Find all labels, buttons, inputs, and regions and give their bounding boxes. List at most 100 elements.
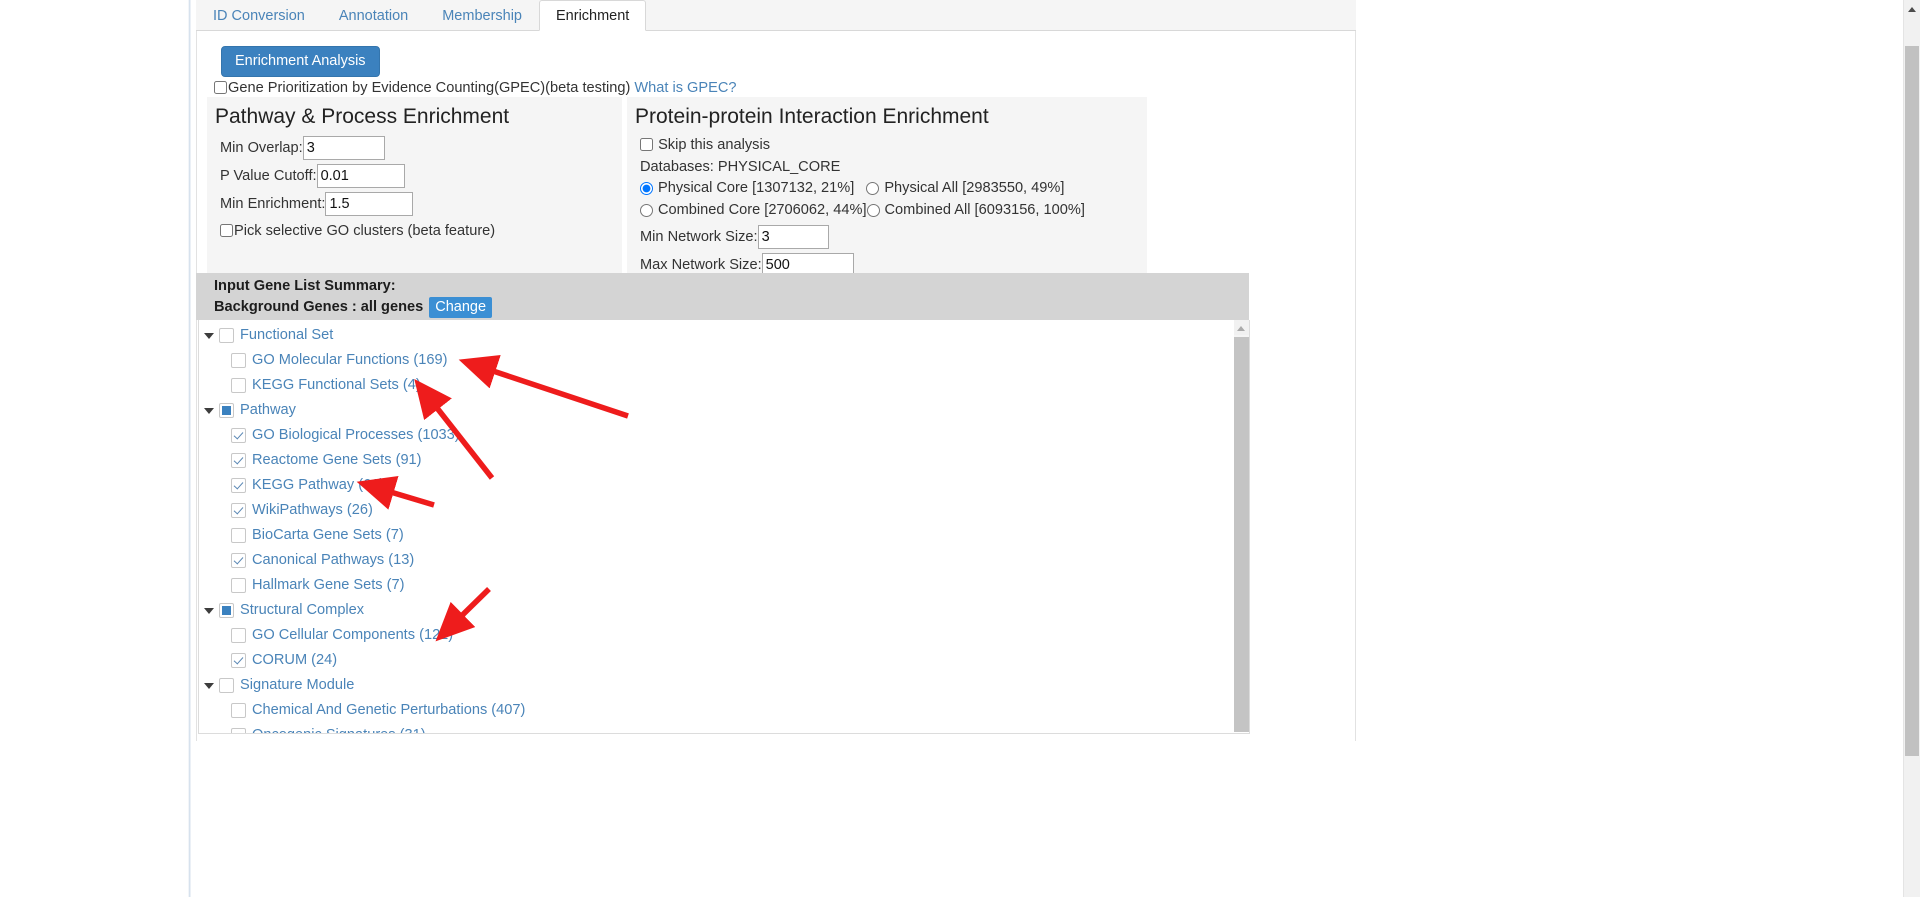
min-overlap-input[interactable] <box>302 136 385 160</box>
tree-node-label[interactable]: BioCarta Gene Sets (7) <box>252 527 404 543</box>
tree-node-label[interactable]: Oncogenic Signatures (31) <box>252 727 426 733</box>
radio-physical-core[interactable] <box>640 182 653 195</box>
tree-node-checkbox[interactable] <box>231 453 246 468</box>
tree-scroll-thumb[interactable] <box>1234 337 1249 732</box>
tree-node[interactable]: GO Molecular Functions (169) <box>199 348 1249 373</box>
radio-physical-all[interactable] <box>866 182 880 195</box>
tree-node-checkbox[interactable] <box>231 353 246 368</box>
tree-node-checkbox[interactable] <box>231 478 246 493</box>
tree-node-label[interactable]: GO Molecular Functions (169) <box>252 352 447 368</box>
min-enrichment-label: Min Enrichment: <box>220 195 326 212</box>
tree-node[interactable]: KEGG Functional Sets (4) <box>199 373 1249 398</box>
radio-combined-core[interactable] <box>640 204 653 217</box>
tab-enrichment[interactable]: Enrichment <box>539 0 647 31</box>
tree-node-checkbox[interactable] <box>231 553 246 568</box>
tree-node-checkbox[interactable] <box>219 328 234 343</box>
tree-twisty-icon[interactable] <box>205 405 216 416</box>
tree-node-label[interactable]: GO Cellular Components (122) <box>252 627 453 643</box>
min-network-size-input[interactable] <box>757 225 829 249</box>
pick-go-clusters-label: Pick selective GO clusters (beta feature… <box>234 223 496 239</box>
tree-node-checkbox[interactable] <box>219 403 234 418</box>
tree-node-label[interactable]: CORUM (24) <box>252 652 337 668</box>
tree-node[interactable]: KEGG Pathway (61) <box>199 473 1249 498</box>
tree-node-label[interactable]: Reactome Gene Sets (91) <box>252 452 422 468</box>
tab-id-conversion[interactable]: ID Conversion <box>196 0 322 31</box>
tree-node[interactable]: BioCarta Gene Sets (7) <box>199 523 1249 548</box>
tree-node-checkbox[interactable] <box>219 603 234 618</box>
tree-node-checkbox[interactable] <box>231 728 246 733</box>
tree-node-label[interactable]: Chemical And Genetic Perturbations (407) <box>252 702 525 718</box>
tree-node-label[interactable]: KEGG Functional Sets (4) <box>252 377 421 393</box>
go-clusters-row: Pick selective GO clusters (beta feature… <box>220 222 622 240</box>
p-value-cutoff-input[interactable] <box>316 164 405 188</box>
page-root: ID Conversion Annotation Membership Enri… <box>0 0 1920 897</box>
tree-node-checkbox[interactable] <box>231 378 246 393</box>
tree-node-checkbox[interactable] <box>231 528 246 543</box>
tree-scrollbar[interactable] <box>1234 320 1249 732</box>
ppi-radio-row-1: Physical Core [1307132, 21%] Physical All… <box>640 178 1147 199</box>
tree-node[interactable]: Hallmark Gene Sets (7) <box>199 573 1249 598</box>
tree-node-label[interactable]: KEGG Pathway (61) <box>252 477 384 493</box>
tree-node[interactable]: Reactome Gene Sets (91) <box>199 448 1249 473</box>
tree-node-label[interactable]: Structural Complex <box>240 602 364 618</box>
tree-node[interactable]: Signature Module <box>199 673 1249 698</box>
tree-node-label[interactable]: Hallmark Gene Sets (7) <box>252 577 404 593</box>
radio-combined-core-label: Combined Core [2706062, 44%] <box>658 202 867 218</box>
tree-twisty-icon[interactable] <box>205 680 216 691</box>
tree-node[interactable]: Structural Complex <box>199 598 1249 623</box>
tree-node[interactable]: GO Biological Processes (1033) <box>199 423 1249 448</box>
tree-node-label[interactable]: GO Biological Processes (1033) <box>252 427 460 443</box>
tree-twisty-icon[interactable] <box>205 330 216 341</box>
radio-combined-all[interactable] <box>866 204 880 217</box>
radio-physical-core-label: Physical Core [1307132, 21%] <box>658 180 855 196</box>
tree-node-label[interactable]: WikiPathways (26) <box>252 502 373 518</box>
tab-strip: ID Conversion Annotation Membership Enri… <box>196 0 1356 31</box>
min-enrichment-input[interactable] <box>325 192 414 216</box>
tree-node[interactable]: Functional Set <box>199 323 1249 348</box>
gpec-checkbox[interactable] <box>214 81 227 94</box>
left-gutter-divider <box>188 0 191 897</box>
scroll-up-arrow-icon[interactable] <box>1234 320 1249 335</box>
tree-node[interactable]: Canonical Pathways (13) <box>199 548 1249 573</box>
tree-node-checkbox[interactable] <box>231 628 246 643</box>
min-overlap-label: Min Overlap: <box>220 139 303 156</box>
gene-set-tree-panel: Functional Set GO Molecular Functions (16… <box>198 320 1250 734</box>
min-overlap-row: Min Overlap: <box>220 136 622 160</box>
page-scrollbar[interactable] <box>1903 0 1920 897</box>
page-scroll-up-arrow-icon[interactable] <box>1904 0 1920 17</box>
tree-node[interactable]: GO Cellular Components (122) <box>199 623 1249 648</box>
what-is-gpec-link[interactable]: What is GPEC? <box>634 80 736 96</box>
skip-analysis-checkbox[interactable] <box>640 138 653 151</box>
page-scroll-thumb[interactable] <box>1905 46 1919 756</box>
tree-node[interactable]: WikiPathways (26) <box>199 498 1249 523</box>
pick-go-clusters-checkbox[interactable] <box>220 224 233 237</box>
ppi-radio-row-2: Combined Core [2706062, 44%] Combined All… <box>640 200 1147 221</box>
tree-twisty-icon[interactable] <box>205 605 216 616</box>
tree-node-label[interactable]: Signature Module <box>240 677 354 693</box>
ppi-enrichment-panel: Protein-protein Interaction Enrichment S… <box>627 97 1147 279</box>
radio-combined-all-label: Combined All [6093156, 100%] <box>884 202 1085 218</box>
input-gene-list-summary-band: Input Gene List Summary: Background Gene… <box>196 273 1249 320</box>
min-network-size-row: Min Network Size: <box>640 225 1147 249</box>
tree-node-checkbox[interactable] <box>231 653 246 668</box>
tree-node-label[interactable]: Functional Set <box>240 327 333 343</box>
tree-node-checkbox[interactable] <box>219 678 234 693</box>
tree-node-checkbox[interactable] <box>231 703 246 718</box>
tree-node[interactable]: Chemical And Genetic Perturbations (407) <box>199 698 1249 723</box>
change-background-button[interactable]: Change <box>429 297 493 318</box>
tab-annotation[interactable]: Annotation <box>322 0 425 31</box>
tab-membership[interactable]: Membership <box>425 0 539 31</box>
tree-node[interactable]: Oncogenic Signatures (31) <box>199 723 1249 733</box>
tree-node-checkbox[interactable] <box>231 503 246 518</box>
tree-node-label[interactable]: Pathway <box>240 402 296 418</box>
tree-node-label[interactable]: Canonical Pathways (13) <box>252 552 414 568</box>
tree-node[interactable]: Pathway <box>199 398 1249 423</box>
max-network-size-label: Max Network Size: <box>640 256 762 273</box>
enrichment-analysis-button[interactable]: Enrichment Analysis <box>221 46 380 77</box>
tree-node-checkbox[interactable] <box>231 428 246 443</box>
tree-node[interactable]: CORUM (24) <box>199 648 1249 673</box>
tree-node-checkbox[interactable] <box>231 578 246 593</box>
databases-label: Databases: PHYSICAL_CORE <box>640 159 841 175</box>
skip-analysis-label: Skip this analysis <box>658 137 770 153</box>
pathway-panel-title: Pathway & Process Enrichment <box>215 105 510 128</box>
